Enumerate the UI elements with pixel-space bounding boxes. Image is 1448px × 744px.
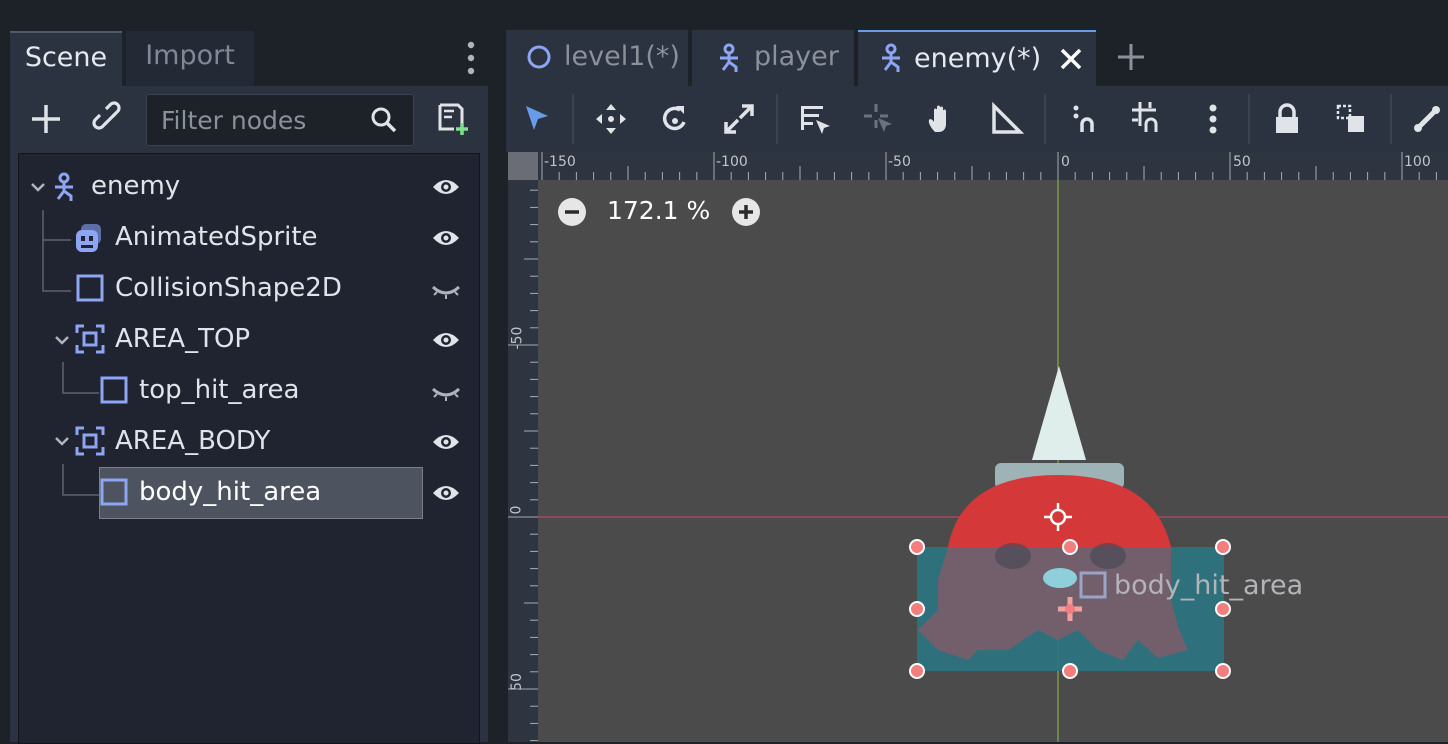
enemy-eye bbox=[1090, 543, 1126, 569]
script-add-icon bbox=[438, 103, 468, 135]
kinematic-body-icon bbox=[882, 43, 900, 72]
tree-item-animatedsprite[interactable]: AnimatedSprite bbox=[19, 214, 477, 262]
ruler-label: -50 bbox=[509, 326, 526, 350]
tab-scene[interactable]: Scene bbox=[10, 31, 122, 88]
list-select-icon[interactable] bbox=[798, 102, 832, 136]
visibility-eye-icon[interactable] bbox=[431, 428, 461, 456]
plus-icon bbox=[1118, 44, 1144, 70]
rotate-mode-icon[interactable] bbox=[658, 102, 692, 136]
zoom-in-button[interactable] bbox=[730, 196, 762, 228]
grid-snap-icon[interactable] bbox=[1130, 100, 1166, 136]
enemy-eye bbox=[995, 543, 1031, 569]
link-icon bbox=[92, 101, 121, 130]
zoom-out-button[interactable] bbox=[556, 196, 588, 228]
tree-item-label: top_hit_area bbox=[139, 375, 300, 405]
collision-shape-icon bbox=[100, 478, 128, 506]
select-mode-icon[interactable] bbox=[520, 102, 554, 136]
tree-item-label: AREA_TOP bbox=[115, 324, 251, 354]
visibility-eye-icon[interactable] bbox=[431, 326, 461, 354]
ruler-label: 0 bbox=[1061, 154, 1070, 170]
tab-label: level1(*) bbox=[564, 41, 680, 72]
collision-shape-icon bbox=[100, 376, 128, 404]
tab-level1[interactable]: level1(*) bbox=[506, 30, 688, 86]
tree-item-top-hit-area[interactable]: top_hit_area bbox=[19, 367, 477, 415]
tab-label: enemy(*) bbox=[914, 43, 1042, 74]
tree-item-area-body[interactable]: AREA_BODY bbox=[19, 418, 477, 466]
canvas-toolbar bbox=[506, 86, 1448, 152]
move-mode-icon[interactable] bbox=[594, 102, 628, 136]
tab-label: player bbox=[754, 41, 839, 72]
filter-nodes-field[interactable] bbox=[146, 94, 414, 146]
bone-icon[interactable] bbox=[1410, 102, 1444, 136]
enemy-nose bbox=[1043, 568, 1077, 588]
tree-item-label: enemy bbox=[91, 171, 181, 201]
enemy-sprite bbox=[948, 366, 1171, 547]
group-icon[interactable] bbox=[1334, 102, 1368, 136]
visibility-eye-icon[interactable] bbox=[431, 479, 461, 507]
ruler-corner bbox=[508, 152, 538, 180]
tab-import[interactable]: Import bbox=[126, 31, 254, 86]
tab-player[interactable]: player bbox=[692, 30, 854, 86]
animated-sprite-icon bbox=[76, 224, 101, 252]
zoom-level-label[interactable]: 172.1 % bbox=[607, 196, 710, 225]
scale-mode-icon[interactable] bbox=[722, 102, 756, 136]
scene-tab-bar: level1(*) player enemy(*) bbox=[506, 30, 1448, 88]
search-icon bbox=[371, 107, 397, 133]
collision-shape-icon bbox=[76, 274, 104, 302]
ruler-label: 0 bbox=[508, 505, 525, 515]
ruler-tool-icon[interactable] bbox=[990, 102, 1024, 136]
horizontal-ruler: -150 -100 -50 0 50 100 bbox=[538, 152, 1448, 180]
visibility-eye-icon[interactable] bbox=[431, 224, 461, 252]
area2d-icon bbox=[75, 324, 105, 354]
canvas-drawing bbox=[538, 180, 1448, 742]
canvas-viewport[interactable]: body_hit_area 172.1 % bbox=[538, 180, 1448, 742]
lock-icon[interactable] bbox=[1270, 102, 1304, 136]
tree-item-enemy[interactable]: enemy bbox=[19, 163, 477, 211]
selected-node-canvas-label: body_hit_area bbox=[1114, 570, 1304, 601]
attach-script-button[interactable] bbox=[432, 97, 476, 141]
more-options-icon[interactable] bbox=[1196, 102, 1230, 136]
tree-item-label: AnimatedSprite bbox=[115, 222, 318, 252]
hidden-eye-icon[interactable] bbox=[431, 275, 461, 303]
visibility-eye-icon[interactable] bbox=[431, 173, 461, 201]
area2d-icon bbox=[75, 426, 105, 456]
tree-item-label: body_hit_area bbox=[139, 477, 322, 507]
close-tab-icon[interactable] bbox=[1058, 46, 1084, 72]
scene-tree: enemy AnimatedSprite CollisionShape2D AR… bbox=[18, 153, 480, 744]
ruler-label: -150 bbox=[544, 154, 576, 170]
new-scene-tab-button[interactable] bbox=[1110, 30, 1150, 86]
kinematic-body-icon bbox=[720, 43, 738, 72]
instance-scene-button[interactable] bbox=[88, 97, 132, 141]
tree-item-collisionshape2d[interactable]: CollisionShape2D bbox=[19, 265, 477, 313]
tree-item-label: AREA_BODY bbox=[115, 426, 271, 456]
ruler-label: 100 bbox=[1404, 154, 1431, 170]
tree-item-area-top[interactable]: AREA_TOP bbox=[19, 316, 477, 364]
tree-item-body-hit-area[interactable]: body_hit_area bbox=[19, 469, 477, 517]
filter-nodes-input[interactable] bbox=[159, 103, 363, 137]
ruler-label: 50 bbox=[1233, 154, 1251, 170]
node-circle-icon bbox=[527, 45, 551, 69]
hidden-eye-icon[interactable] bbox=[431, 377, 461, 405]
add-node-button[interactable] bbox=[24, 97, 68, 141]
tab-enemy[interactable]: enemy(*) bbox=[858, 30, 1096, 88]
smart-snap-icon[interactable] bbox=[1068, 102, 1102, 136]
pan-tool-icon[interactable] bbox=[926, 102, 960, 136]
vertical-ruler: -50 0 50 bbox=[508, 180, 538, 742]
tree-item-label: CollisionShape2D bbox=[115, 273, 342, 303]
ruler-label: 50 bbox=[508, 673, 525, 691]
ruler-label: -50 bbox=[888, 154, 911, 170]
dock-menu-icon[interactable] bbox=[458, 38, 484, 78]
kinematic-body-icon bbox=[55, 172, 73, 201]
pivot-tool-icon[interactable] bbox=[862, 102, 896, 136]
ruler-label: -100 bbox=[716, 154, 748, 170]
